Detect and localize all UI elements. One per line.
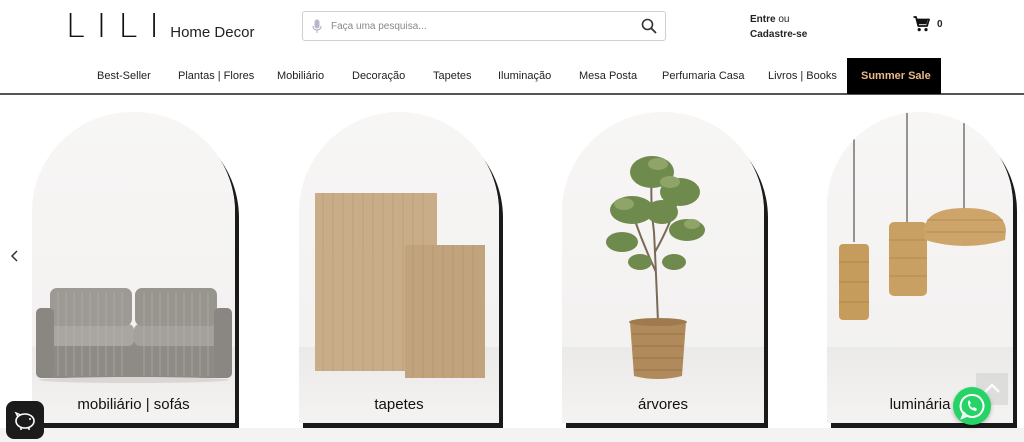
nav-item-best-seller[interactable]: Best-Seller xyxy=(97,58,151,94)
page: LILI Home Decor Entre ou Cadastre-se xyxy=(0,0,1024,442)
nav-item-iluminacao[interactable]: Iluminação xyxy=(498,58,551,94)
search-input[interactable] xyxy=(331,16,631,36)
olive-tree-image xyxy=(606,156,705,379)
whatsapp-button[interactable] xyxy=(953,387,991,425)
main-nav: Best-Seller Plantas | Flores Mobiliário … xyxy=(0,58,1024,95)
search-box xyxy=(302,11,666,41)
site-logo[interactable]: LILI Home Decor xyxy=(65,6,255,45)
logo-mark: LILI xyxy=(65,6,171,45)
carousel-bottom-strip xyxy=(0,428,1024,442)
nav-item-summer-sale[interactable]: Summer Sale xyxy=(847,58,941,94)
nav-item-tapetes[interactable]: Tapetes xyxy=(433,58,472,94)
site-header: LILI Home Decor Entre ou Cadastre-se xyxy=(0,0,1024,58)
nav-item-mesa-posta[interactable]: Mesa Posta xyxy=(579,58,637,94)
nav-item-plantas-flores[interactable]: Plantas | Flores xyxy=(178,58,254,94)
category-carousel: mobiliário | sofás tapetes árvores lumin… xyxy=(0,97,1024,428)
loyalty-widget-button[interactable] xyxy=(6,398,44,439)
register-link[interactable]: Cadastre-se xyxy=(750,29,807,40)
account-links: Entre ou Cadastre-se xyxy=(750,12,807,42)
card-label: mobiliário | sofás xyxy=(77,396,190,413)
whatsapp-icon xyxy=(959,393,985,420)
rugs-image xyxy=(315,193,485,378)
nav-item-decoracao[interactable]: Decoração xyxy=(352,58,405,94)
mic-icon[interactable] xyxy=(312,19,322,34)
login-link[interactable]: Entre xyxy=(750,14,776,25)
piggy-bank-icon xyxy=(14,411,35,430)
card-label: tapetes xyxy=(374,396,424,413)
category-card-arvores[interactable]: árvores xyxy=(562,112,764,423)
nav-item-livros-books[interactable]: Livros | Books xyxy=(768,58,837,94)
cart-button[interactable]: 0 xyxy=(913,16,943,32)
account-connector: ou xyxy=(775,14,790,25)
card-label: árvores xyxy=(637,396,689,413)
category-card-tapetes[interactable]: tapetes xyxy=(299,112,499,423)
nav-item-perfumaria-casa[interactable]: Perfumaria Casa xyxy=(662,58,745,94)
category-card-sofas[interactable]: mobiliário | sofás xyxy=(32,112,235,423)
sofa-image xyxy=(36,288,232,383)
chevron-left-icon[interactable] xyxy=(8,249,22,263)
logo-subtitle: Home Decor xyxy=(170,24,255,41)
search-icon[interactable] xyxy=(641,18,657,34)
cart-count: 0 xyxy=(937,18,943,30)
cart-icon xyxy=(913,16,930,32)
nav-item-mobiliario[interactable]: Mobiliário xyxy=(277,58,324,94)
